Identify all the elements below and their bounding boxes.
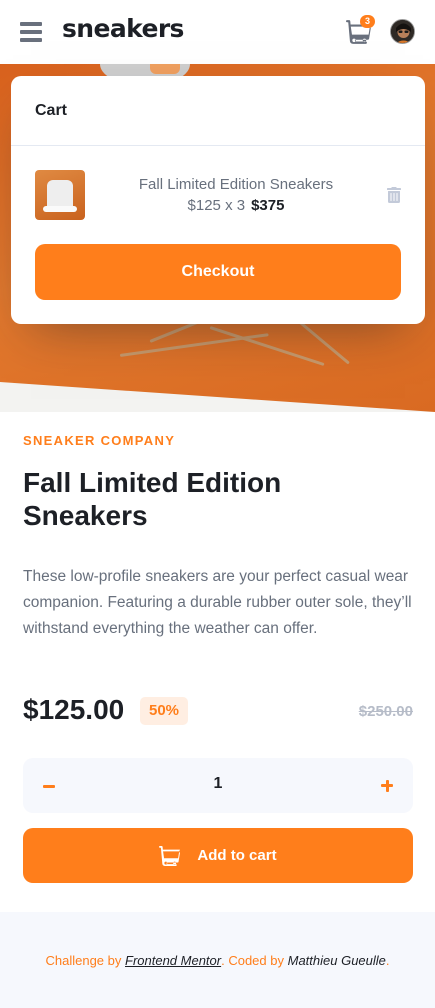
- quantity-stepper: 1: [23, 758, 413, 813]
- cart-item-total: $375: [251, 197, 285, 214]
- cart-item-name: Fall Limited Edition Sneakers: [138, 176, 334, 193]
- trash-icon[interactable]: [387, 187, 401, 203]
- author-name: Matthieu Gueulle: [287, 953, 386, 968]
- add-to-cart-label: Add to cart: [197, 847, 277, 864]
- current-price: $125.00: [23, 694, 125, 725]
- attribution: Challenge by Frontend Mentor. Coded by M…: [0, 953, 435, 968]
- site-header: sneakers 3: [0, 0, 435, 64]
- add-to-cart-button[interactable]: Add to cart: [23, 828, 413, 883]
- product-description: These low-profile sneakers are your perf…: [23, 568, 412, 637]
- hamburger-menu-icon[interactable]: [20, 22, 42, 42]
- cart-item-price: $125 x 3 $375: [111, 197, 361, 214]
- cart-count-badge: 3: [360, 15, 375, 28]
- original-price: $250.00: [358, 703, 413, 720]
- cart-item-unit-price: $125 x 3: [187, 197, 246, 214]
- quantity-value: 1: [213, 775, 223, 792]
- logo[interactable]: sneakers: [62, 14, 184, 43]
- coded-by-text: . Coded by: [221, 953, 284, 968]
- image-bottom-edge: [0, 382, 435, 412]
- discount-badge: 50%: [140, 697, 188, 725]
- plus-icon[interactable]: [375, 774, 399, 798]
- user-avatar[interactable]: [390, 19, 415, 44]
- frontend-mentor-link[interactable]: Frontend Mentor: [125, 953, 221, 968]
- sneaker-image-part: [150, 64, 180, 74]
- cart-item-thumbnail: [35, 170, 85, 220]
- cart-title: Cart: [35, 102, 68, 119]
- checkout-button[interactable]: Checkout: [35, 244, 401, 300]
- cart-dropdown: Cart Fall Limited Edition Sneakers $125 …: [11, 76, 425, 324]
- company-label: SNEAKER COMPANY: [23, 433, 176, 448]
- cart-divider: [11, 145, 425, 146]
- branch-decoration: [119, 333, 269, 357]
- branch-decoration: [209, 326, 325, 367]
- cart-icon: [159, 845, 181, 866]
- attribution-end: .: [385, 953, 390, 968]
- challenge-by-text: Challenge by: [45, 953, 122, 968]
- product-title: Fall Limited Edition Sneakers: [23, 467, 282, 531]
- page-footer: Challenge by Frontend Mentor. Coded by M…: [0, 912, 435, 1008]
